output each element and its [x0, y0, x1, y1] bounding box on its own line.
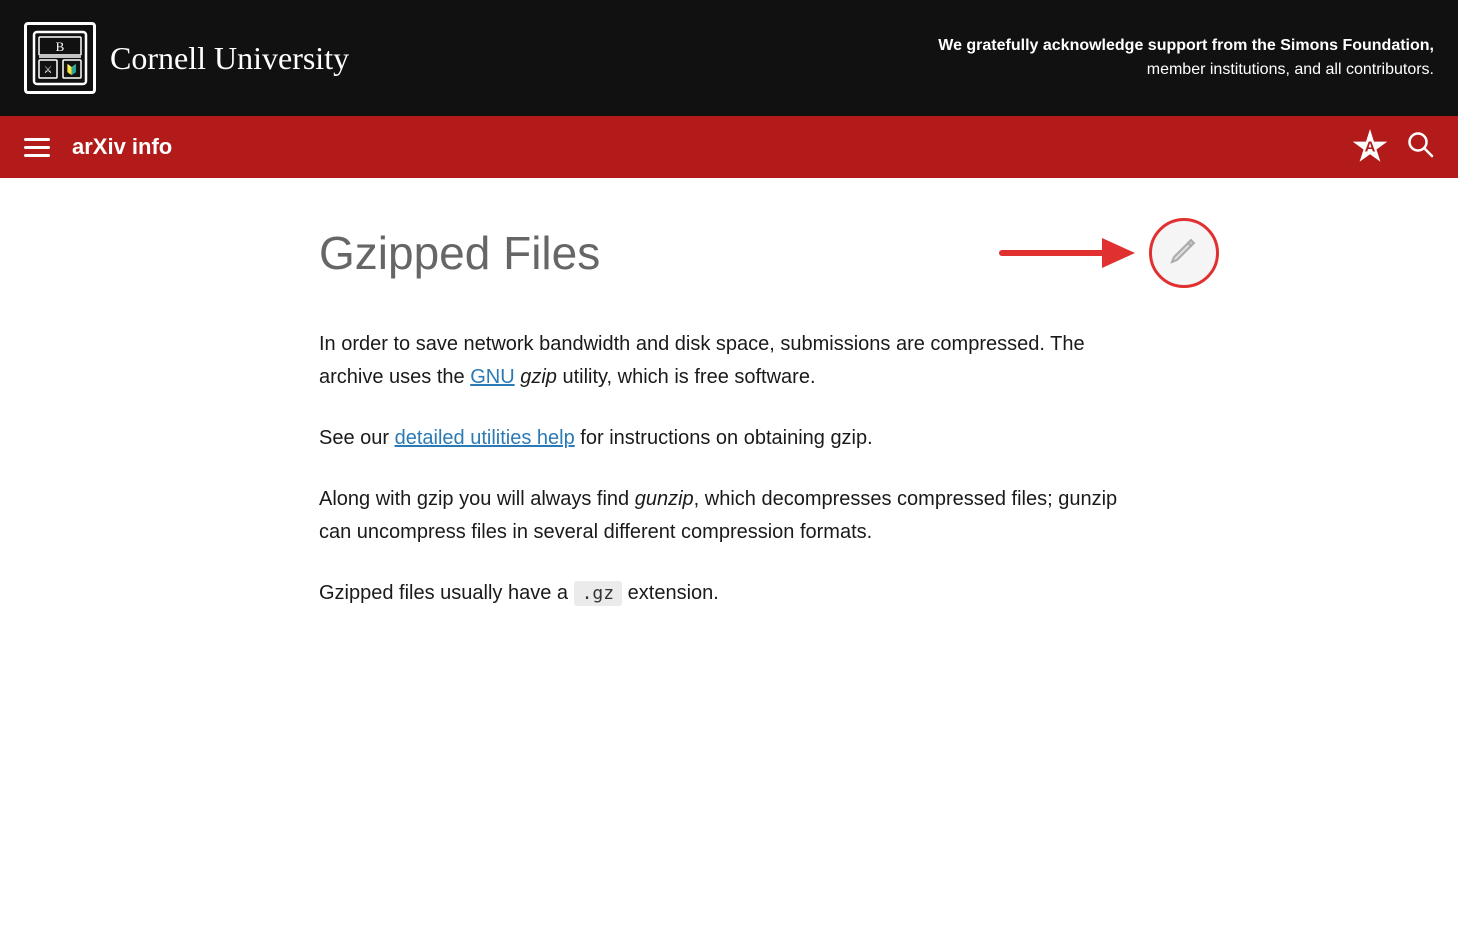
hamburger-menu[interactable]	[24, 138, 50, 157]
paragraph-3: Along with gzip you will always find gun…	[319, 483, 1139, 549]
paragraph-4-text-2: extension.	[622, 582, 719, 604]
svg-text:B: B	[56, 39, 65, 54]
red-arrow	[997, 228, 1137, 278]
edit-arrow-container	[997, 218, 1219, 288]
gunzip-italic: gunzip	[635, 488, 694, 510]
paragraph-4-text-1: Gzipped files usually have a	[319, 582, 574, 604]
edit-button[interactable]	[1149, 218, 1219, 288]
cornell-logo: B ⚔ 🔰 Cornell University	[24, 22, 349, 94]
paragraph-1-text-2: utility, which is free software.	[557, 366, 816, 388]
main-content: Gzipped Files In order to save n	[279, 178, 1179, 698]
svg-text:🔰: 🔰	[66, 63, 78, 76]
nav-icons: A	[1352, 129, 1434, 165]
page-title: Gzipped Files	[319, 226, 600, 280]
paragraph-2: See our detailed utilities help for inst…	[319, 422, 1139, 455]
nav-title: arXiv info	[72, 134, 1352, 160]
university-name: Cornell University	[110, 40, 349, 77]
theme-icon-letter: A	[1365, 139, 1376, 156]
paragraph-1: In order to save network bandwidth and d…	[319, 328, 1139, 394]
paragraph-2-text-1: See our	[319, 427, 395, 449]
theme-toggle-button[interactable]: A	[1352, 129, 1388, 165]
paragraph-1-gzip: gzip	[515, 366, 557, 388]
gnu-link[interactable]: GNU	[470, 366, 514, 388]
utilities-help-link[interactable]: detailed utilities help	[395, 427, 575, 449]
top-banner: B ⚔ 🔰 Cornell University We gratefully a…	[0, 0, 1458, 116]
cornell-shield: B ⚔ 🔰	[24, 22, 96, 94]
paragraph-2-text-2: for instructions on obtaining gzip.	[575, 427, 873, 449]
pencil-icon	[1169, 235, 1199, 272]
content-section: In order to save network bandwidth and d…	[319, 328, 1139, 610]
nav-bar: arXiv info A	[0, 116, 1458, 178]
banner-tagline: We gratefully acknowledge support from t…	[349, 34, 1434, 82]
svg-text:⚔: ⚔	[44, 65, 53, 76]
gz-code: .gz	[574, 581, 623, 606]
paragraph-4: Gzipped files usually have a .gz extensi…	[319, 577, 1139, 610]
search-icon[interactable]	[1406, 130, 1434, 165]
page-title-row: Gzipped Files	[319, 226, 1139, 280]
